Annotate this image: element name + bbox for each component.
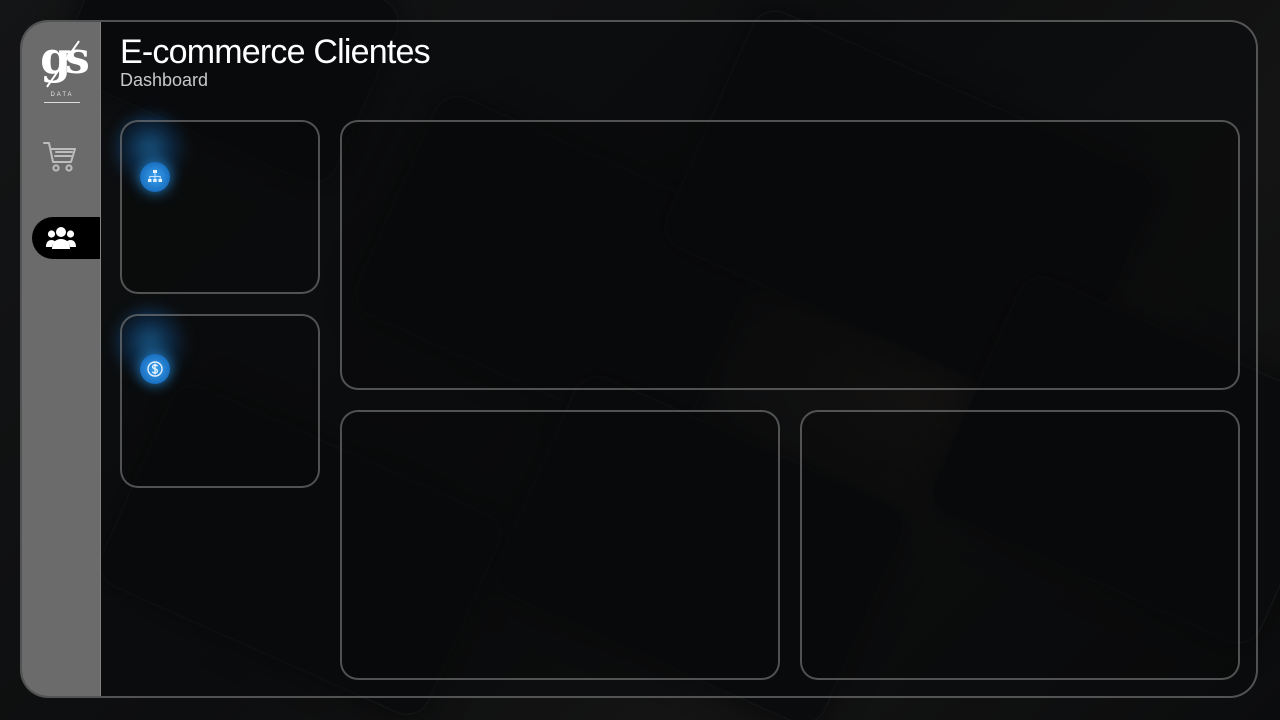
hierarchy-icon <box>148 170 162 182</box>
sidebar: gs DATA <box>22 22 101 696</box>
page-title: E-commerce Clientes <box>120 33 431 71</box>
page-subtitle: Dashboard <box>120 70 209 90</box>
chart-card-bottom-right <box>800 410 1240 680</box>
logo-divider <box>44 102 80 103</box>
brand-logo: gs DATA <box>32 32 92 112</box>
logo-word: DATA <box>50 92 74 98</box>
chart-card-bottom-left <box>340 410 780 680</box>
users-icon <box>46 227 76 249</box>
page-header: E-commerce Clientes Dashboard <box>120 32 431 90</box>
dollar-coin-icon <box>147 361 163 377</box>
sidebar-item-ventas[interactable] <box>42 140 82 176</box>
chart-card-main <box>340 120 1240 390</box>
cart-icon <box>43 142 76 172</box>
kpi-card-2 <box>120 314 320 488</box>
dashboard-frame: gs DATA E-commerce Clientes Dashboard <box>20 20 1258 698</box>
kpi-icon-badge <box>140 354 170 384</box>
kpi-icon-badge <box>140 162 170 192</box>
kpi-card-1 <box>120 120 320 294</box>
sidebar-item-clientes[interactable] <box>32 217 100 259</box>
logo-mark: gs <box>40 33 90 84</box>
